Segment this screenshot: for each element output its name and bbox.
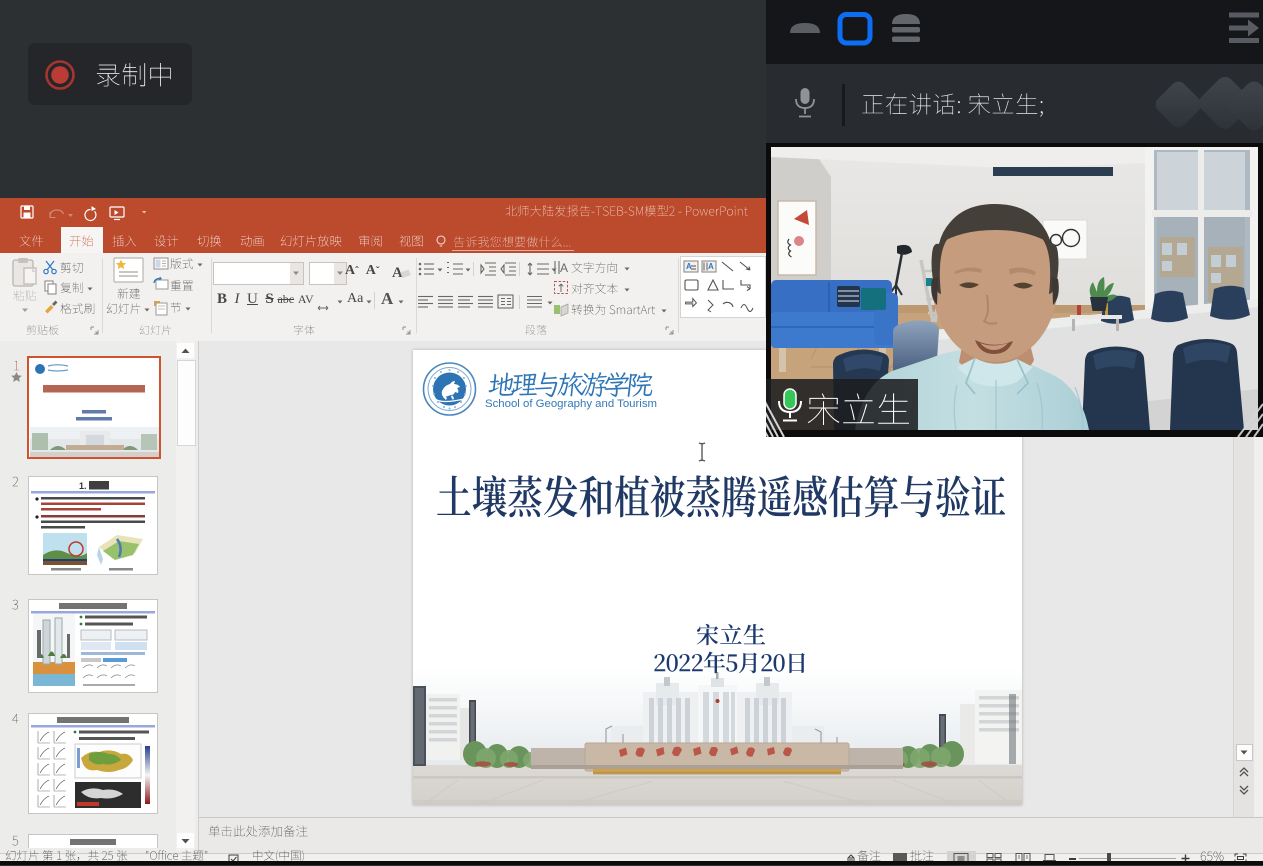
svg-text:A: A bbox=[686, 262, 692, 271]
svg-text:A: A bbox=[708, 262, 714, 271]
svg-text:A: A bbox=[560, 261, 568, 275]
svg-text:1.: 1. bbox=[79, 481, 87, 491]
